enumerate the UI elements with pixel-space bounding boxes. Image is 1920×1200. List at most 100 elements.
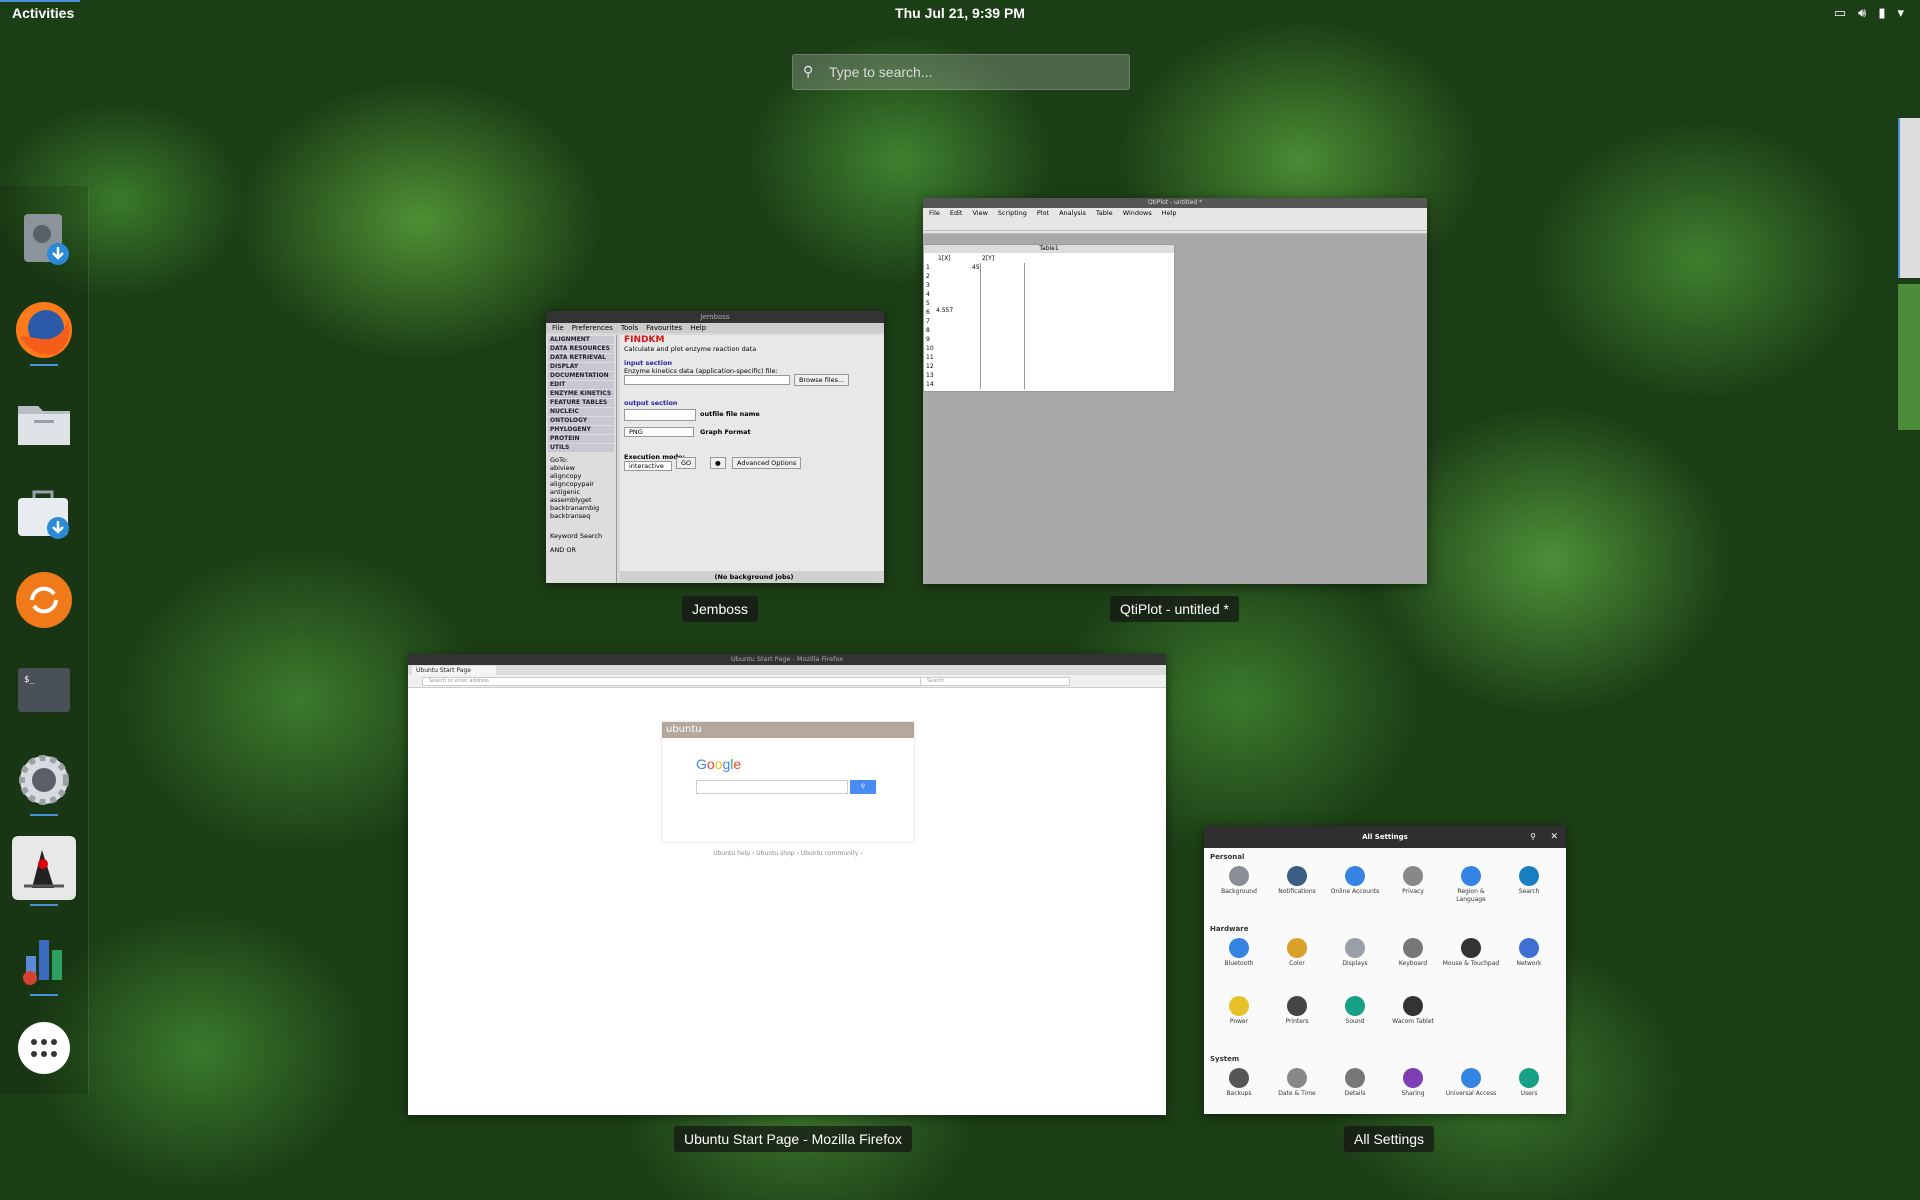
settings-item-users[interactable]: Users [1500,1064,1558,1114]
row-number[interactable]: 4 [926,291,930,298]
program-item[interactable]: backtranseq [546,512,616,520]
google-search-button[interactable]: ⚲ [850,780,876,794]
menu-scripting[interactable]: Scripting [998,208,1027,218]
settings-item-details[interactable]: Details [1326,1064,1384,1114]
java-duke-icon[interactable] [12,836,76,900]
category-item[interactable]: EDIT [548,381,614,389]
help-icon[interactable]: ● [710,457,726,469]
settings-item-network[interactable]: Network [1500,934,1558,992]
settings-item-background[interactable]: Background [1210,862,1268,920]
table-cell[interactable]: 4.557 [936,307,953,314]
search-input[interactable] [827,63,1121,81]
program-item[interactable]: aligncopypair [546,480,616,488]
table1-window[interactable]: Table1 1[X] 2[Y] 45 4.557 1 2 3 4 5 6 7 8 9 10 11 1… [923,244,1175,392]
row-number[interactable]: 6 [926,309,930,316]
program-item[interactable]: abiview [546,464,616,472]
terminal-icon[interactable]: $_ [12,658,76,722]
category-item[interactable]: DOCUMENTATION [548,372,614,380]
search-icon[interactable]: ⚲ [1530,826,1536,848]
menu-preferences[interactable]: Preferences [572,323,613,333]
settings-item-wacom[interactable]: Wacom Tablet [1384,992,1442,1050]
window-label-firefox[interactable]: Ubuntu Start Page - Mozilla Firefox [674,1126,912,1152]
qtiplot-window[interactable]: QtiPlot - untitled * File Edit View Scri… [923,198,1427,584]
window-label-jemboss[interactable]: Jemboss [682,596,759,622]
category-item[interactable]: NUCLEIC [548,408,614,416]
menu-help[interactable]: Help [690,323,706,333]
menu-windows[interactable]: Windows [1123,208,1152,218]
row-number[interactable]: 11 [926,354,934,361]
software-icon[interactable] [12,480,76,544]
input-file-field[interactable] [624,375,790,385]
row-number[interactable]: 2 [926,273,930,280]
menu-analysis[interactable]: Analysis [1059,208,1086,218]
jemboss-window[interactable]: Jemboss File Preferences Tools Favourite… [546,311,884,583]
settings-item-mouse[interactable]: Mouse & Touchpad [1442,934,1500,992]
outfile-field[interactable] [624,409,696,421]
settings-item-power[interactable]: Power [1210,992,1268,1050]
installer-icon[interactable] [12,206,76,270]
program-item[interactable]: aligncopy [546,472,616,480]
row-number[interactable]: 5 [926,300,930,307]
chevron-down-icon[interactable]: ▾ [1897,6,1904,22]
category-item[interactable]: PROTEIN [548,435,614,443]
row-number[interactable]: 13 [926,372,934,379]
menu-plot[interactable]: Plot [1037,208,1049,218]
menu-file[interactable]: File [929,208,940,218]
window-label-qtiplot[interactable]: QtiPlot - untitled * [1110,596,1239,622]
settings-item-bluetooth[interactable]: Bluetooth [1210,934,1268,992]
menu-table[interactable]: Table [1096,208,1113,218]
tab-ubuntu-start-page[interactable]: Ubuntu Start Page [412,666,496,675]
settings-item-notifications[interactable]: Notifications [1268,862,1326,920]
graph-format-select[interactable]: PNG [624,427,694,437]
settings-item-region[interactable]: Region & Language [1442,862,1500,920]
row-number[interactable]: 1 [926,264,930,271]
category-item[interactable]: ALIGNMENT [548,336,614,344]
menu-view[interactable]: View [972,208,987,218]
row-number[interactable]: 14 [926,381,934,388]
row-number[interactable]: 3 [926,282,930,289]
search-bar[interactable]: ⚲ [792,54,1130,90]
close-icon[interactable]: ✕ [1550,826,1558,848]
execution-mode-select[interactable]: interactive [624,461,672,471]
system-tray[interactable]: ▭ 🔊︎ ▮ ▾ [1834,6,1904,22]
files-icon[interactable] [12,390,76,454]
google-search-input[interactable] [696,780,848,794]
settings-item-sound[interactable]: Sound [1326,992,1384,1050]
firefox-window[interactable]: Ubuntu Start Page - Mozilla Firefox Ubun… [408,654,1166,1115]
column-header-y[interactable]: 2[Y] [982,255,994,262]
updater-icon[interactable] [12,568,76,632]
row-number[interactable]: 8 [926,327,930,334]
go-button[interactable]: GO [676,457,697,469]
activities-button[interactable]: Activities [12,5,74,21]
screen-icon[interactable]: ▭ [1834,6,1846,22]
settings-item-datetime[interactable]: Date & Time [1268,1064,1326,1114]
settings-item-privacy[interactable]: Privacy [1384,862,1442,920]
menu-file[interactable]: File [552,323,564,333]
category-item[interactable]: UTILS [548,444,614,452]
menu-edit[interactable]: Edit [950,208,963,218]
volume-icon[interactable]: 🔊︎ [1858,6,1866,22]
toolbar[interactable] [923,218,1427,231]
category-item[interactable]: DATA RESOURCES [548,345,614,353]
toolbar[interactable] [923,231,1427,234]
program-item[interactable]: assemblyget [546,496,616,504]
settings-item-backups[interactable]: Backups [1210,1064,1268,1114]
program-item[interactable]: antigenic [546,488,616,496]
settings-item-displays[interactable]: Displays [1326,934,1384,992]
settings-item-sharing[interactable]: Sharing [1384,1064,1442,1114]
workspace-thumbnail[interactable] [1898,284,1920,430]
row-number[interactable]: 7 [926,318,930,325]
advanced-options-button[interactable]: Advanced Options [732,457,802,469]
settings-item-search[interactable]: Search [1500,862,1558,920]
settings-item-universal-access[interactable]: Universal Access [1442,1064,1500,1114]
address-bar[interactable]: Search or enter address [422,677,924,686]
settings-item-color[interactable]: Color [1268,934,1326,992]
settings-icon[interactable] [12,748,76,812]
menu-tools[interactable]: Tools [621,323,638,333]
row-number[interactable]: 10 [926,345,934,352]
settings-item-printers[interactable]: Printers [1268,992,1326,1050]
row-number[interactable]: 9 [926,336,930,343]
menu-help[interactable]: Help [1162,208,1177,218]
settings-item-keyboard[interactable]: Keyboard [1384,934,1442,992]
workspace-thumbnail[interactable] [1898,118,1920,278]
